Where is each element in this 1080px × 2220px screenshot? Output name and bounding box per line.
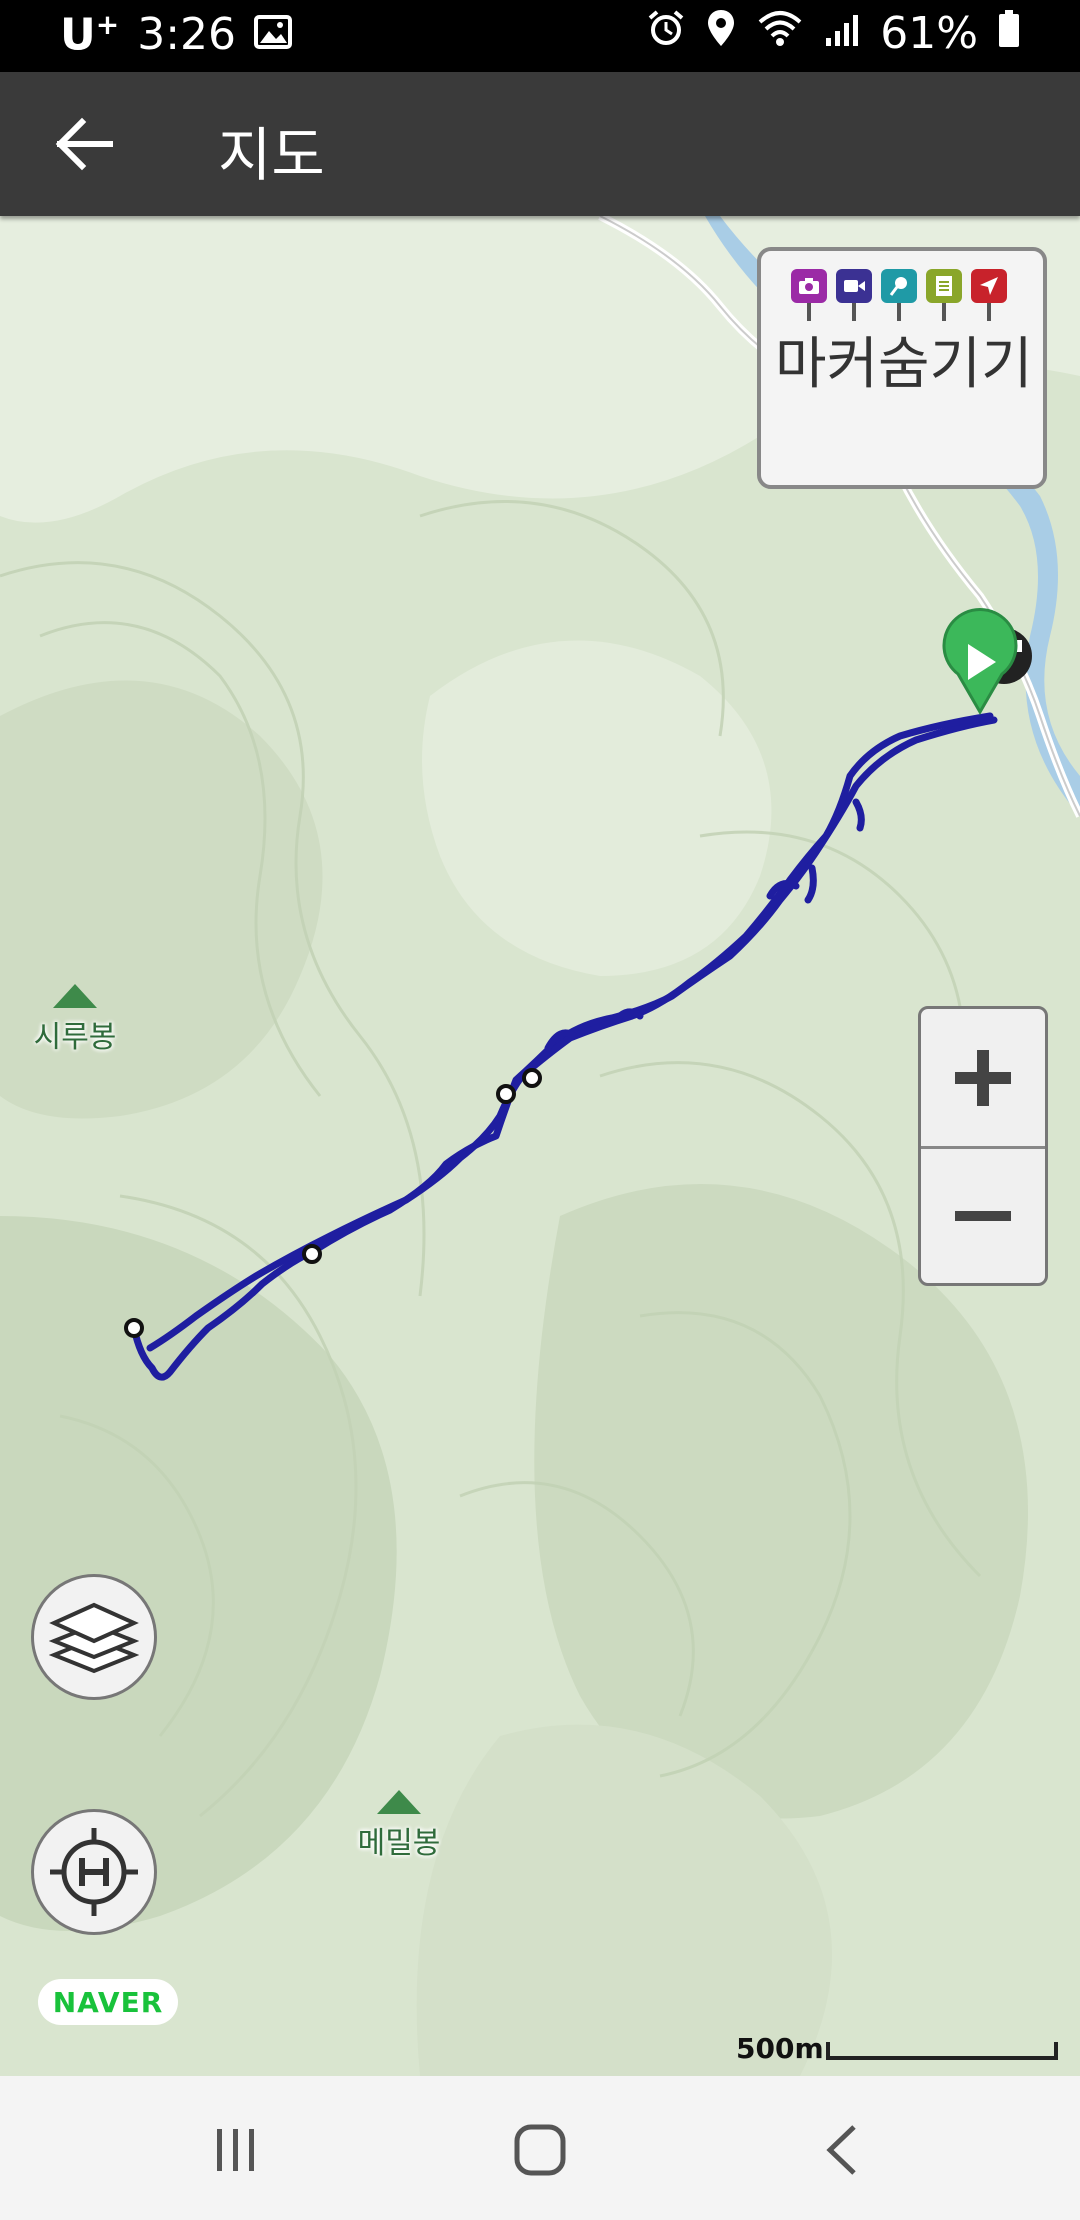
battery-level: 61% bbox=[880, 8, 978, 59]
hide-markers-button[interactable]: 마커숨기기 bbox=[757, 247, 1047, 489]
note-pin-icon bbox=[926, 269, 962, 323]
alarm-icon bbox=[646, 8, 686, 59]
layers-icon bbox=[49, 1602, 139, 1674]
recent-apps-icon bbox=[217, 2129, 254, 2171]
home-icon bbox=[514, 2124, 566, 2176]
mic-pin-icon bbox=[881, 269, 917, 323]
camera-pin-icon bbox=[791, 269, 827, 323]
naver-logo: NAVER bbox=[38, 1979, 178, 2025]
minus-icon bbox=[955, 1210, 1011, 1221]
wifi-icon bbox=[756, 8, 804, 59]
system-nav-bar bbox=[0, 2076, 1080, 2220]
plus-icon bbox=[955, 1049, 1011, 1106]
clock: 3:26 bbox=[137, 8, 237, 60]
signal-icon bbox=[824, 8, 860, 59]
map-view[interactable]: 시루봉 메밀봉 마커숨기기 NAVER 500m bbox=[0, 216, 1080, 2076]
layers-button[interactable] bbox=[31, 1574, 157, 1700]
mountain-icon bbox=[53, 984, 97, 1008]
zoom-controls bbox=[918, 1006, 1048, 1286]
arrow-left-icon bbox=[55, 117, 113, 171]
zoom-out-button[interactable] bbox=[921, 1148, 1045, 1283]
back-button[interactable] bbox=[48, 112, 120, 176]
location-arrow-pin-icon bbox=[971, 269, 1007, 323]
home-location-button[interactable] bbox=[31, 1809, 157, 1935]
home-target-icon bbox=[50, 1828, 138, 1916]
battery-icon bbox=[998, 8, 1020, 59]
peak-label-sirubong: 시루봉 bbox=[20, 984, 130, 1056]
hide-markers-label: 마커숨기기 bbox=[775, 332, 1033, 397]
page-title: 지도 bbox=[218, 121, 325, 189]
app-bar: 지도 bbox=[0, 72, 1080, 216]
home-button[interactable] bbox=[500, 2120, 580, 2180]
carrier-label: U+ bbox=[60, 8, 120, 61]
scale-bar bbox=[826, 2042, 1058, 2060]
recent-apps-button[interactable] bbox=[196, 2120, 276, 2180]
image-icon bbox=[254, 9, 293, 60]
zoom-in-button[interactable] bbox=[921, 1009, 1045, 1149]
mountain-icon bbox=[377, 1790, 421, 1814]
scale-label: 500m bbox=[736, 2032, 824, 2065]
location-icon bbox=[706, 8, 736, 59]
back-icon bbox=[826, 2125, 856, 2175]
status-bar: U+ 3:26 61% bbox=[0, 0, 1080, 72]
video-pin-icon bbox=[836, 269, 872, 323]
peak-label-memilbong: 메밀봉 bbox=[344, 1790, 454, 1862]
marker-pin-icons bbox=[791, 269, 1007, 323]
system-back-button[interactable] bbox=[802, 2120, 882, 2180]
